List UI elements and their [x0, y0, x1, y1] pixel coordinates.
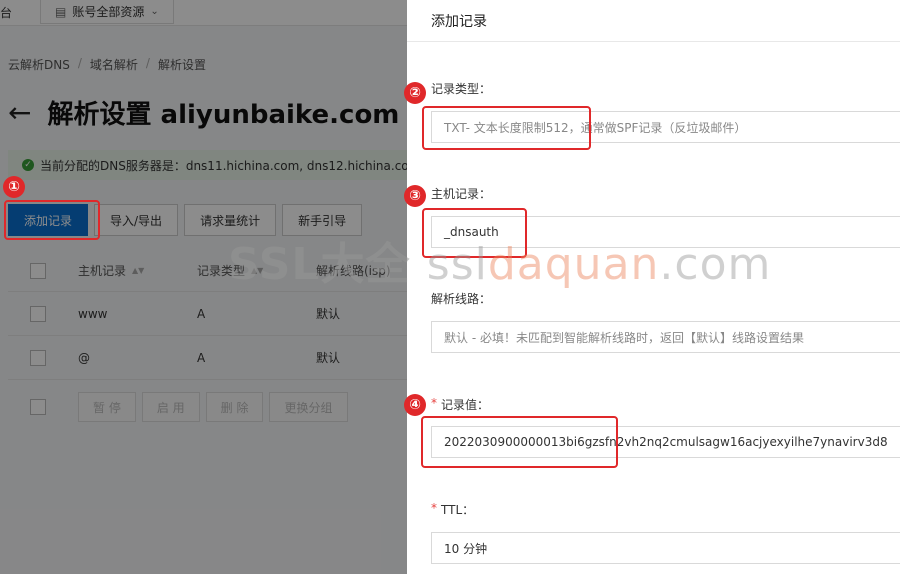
- host-record-label: 主机记录：: [431, 187, 492, 201]
- drawer-title: 添加记录: [407, 0, 900, 42]
- step-4-badge: ④: [404, 394, 426, 416]
- resolution-line-select[interactable]: 默认 - 必填！未匹配到智能解析线路时，返回【默认】线路设置结果: [431, 321, 900, 353]
- step-3-badge: ③: [404, 185, 426, 207]
- highlight-add-record: [4, 200, 100, 240]
- resolution-line-label: 解析线路：: [431, 292, 492, 306]
- step-2-badge: ②: [404, 82, 426, 104]
- record-type-label: 记录类型：: [431, 82, 492, 96]
- step-1-badge: ①: [3, 176, 25, 198]
- ttl-select[interactable]: 10 分钟: [431, 532, 900, 564]
- add-record-drawer: 添加记录 记录类型： TXT- 文本长度限制512，通常做SPF记录（反垃圾邮件…: [407, 0, 900, 574]
- record-value-label: * 记录值：: [431, 396, 490, 412]
- highlight-record-type: [422, 106, 591, 150]
- ttl-label: * TTL：: [431, 501, 475, 517]
- highlight-host-record: [422, 208, 527, 258]
- modal-overlay[interactable]: [0, 0, 407, 574]
- highlight-record-value: [421, 416, 618, 468]
